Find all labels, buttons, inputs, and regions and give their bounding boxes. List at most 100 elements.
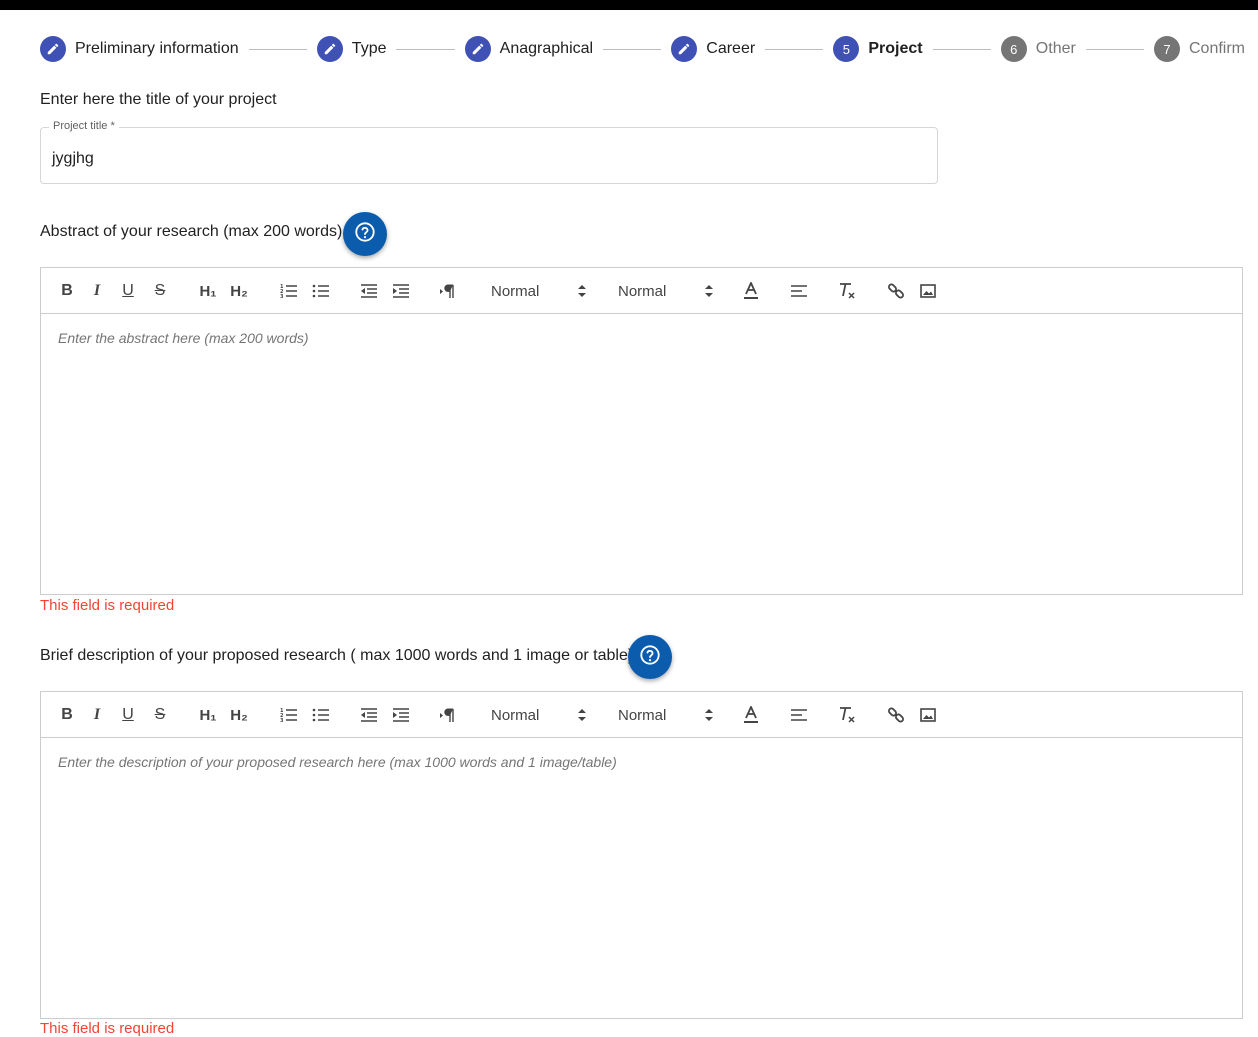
italic-button[interactable]: I <box>89 280 105 302</box>
h1-button[interactable]: H₁ <box>197 704 219 726</box>
description-editor: B I U S H₁ H₂ 123 Normal Normal Enter th… <box>40 691 1243 1019</box>
outdent-button[interactable] <box>359 704 379 726</box>
abstract-placeholder: Enter the abstract here (max 200 words) <box>58 330 309 346</box>
align-button[interactable] <box>789 704 809 726</box>
text-color-button[interactable] <box>741 280 761 302</box>
text-color-button[interactable] <box>741 704 761 726</box>
bullet-list-button[interactable] <box>311 280 331 302</box>
step-label: Type <box>351 40 387 57</box>
bold-button[interactable]: B <box>59 280 75 302</box>
description-error: This field is required <box>40 1020 175 1037</box>
ordered-list-icon: 123 <box>280 283 298 299</box>
step-connector <box>603 48 662 50</box>
pilcrow-icon <box>439 283 457 299</box>
abstract-editor: B I U S H₁ H₂ 123 Normal Normal Enter th… <box>40 267 1243 595</box>
bullet-list-icon <box>312 283 330 299</box>
outdent-button[interactable] <box>359 280 379 302</box>
text-direction-button[interactable] <box>438 704 458 726</box>
project-title-input[interactable]: Project title * jygjhg <box>40 120 938 184</box>
bullet-list-button[interactable] <box>311 704 331 726</box>
chevron-updown-icon <box>577 284 587 302</box>
step-connector <box>765 48 824 50</box>
link-icon <box>887 282 905 300</box>
image-button[interactable] <box>918 280 938 302</box>
pencil-icon <box>40 36 66 62</box>
step-other[interactable]: 6 Other <box>1000 36 1076 62</box>
ordered-list-button[interactable]: 123 <box>279 704 299 726</box>
strike-button[interactable]: S <box>152 704 168 726</box>
clear-format-icon <box>838 282 856 300</box>
ordered-list-button[interactable]: 123 <box>279 280 299 302</box>
step-label: Confirm <box>1189 40 1246 57</box>
bullet-list-icon <box>312 707 330 723</box>
header-picker[interactable]: Normal <box>618 704 714 726</box>
svg-text:3: 3 <box>280 718 284 723</box>
abstract-editor-body[interactable]: Enter the abstract here (max 200 words) <box>41 314 1242 594</box>
clear-format-button[interactable] <box>837 280 857 302</box>
step-number: 6 <box>1000 36 1027 62</box>
image-button[interactable] <box>918 704 938 726</box>
svg-text:3: 3 <box>280 294 284 299</box>
indent-button[interactable] <box>391 704 411 726</box>
image-icon <box>920 707 936 723</box>
step-preliminary-information[interactable]: Preliminary information <box>40 36 239 62</box>
pilcrow-icon <box>439 707 457 723</box>
step-connector <box>932 48 991 50</box>
indent-icon <box>392 707 410 723</box>
italic-button[interactable]: I <box>89 704 105 726</box>
top-bar <box>0 0 1258 10</box>
step-label: Other <box>1035 40 1076 57</box>
outdent-icon <box>360 283 378 299</box>
align-left-icon <box>790 707 808 723</box>
abstract-help-button[interactable] <box>343 212 387 256</box>
step-label: Project <box>868 40 923 57</box>
text-color-icon <box>743 282 759 300</box>
indent-button[interactable] <box>391 280 411 302</box>
h2-button[interactable]: H₂ <box>228 280 250 302</box>
project-title-label: Project title * <box>49 120 119 132</box>
step-connector <box>248 48 307 50</box>
header-picker-value: Normal <box>618 282 667 300</box>
text-direction-button[interactable] <box>438 280 458 302</box>
link-button[interactable] <box>886 704 906 726</box>
description-editor-body[interactable]: Enter the description of your proposed r… <box>41 738 1242 1018</box>
step-career[interactable]: Career <box>671 36 755 62</box>
pencil-icon <box>671 36 698 62</box>
size-picker[interactable]: Normal <box>491 280 587 302</box>
h2-button[interactable]: H₂ <box>228 704 250 726</box>
text-color-icon <box>743 706 759 724</box>
clear-format-button[interactable] <box>837 704 857 726</box>
description-placeholder: Enter the description of your proposed r… <box>58 754 617 770</box>
question-circle-icon <box>639 644 661 671</box>
step-project[interactable]: 5 Project <box>833 36 923 62</box>
chevron-updown-icon <box>704 708 714 726</box>
align-left-icon <box>790 283 808 299</box>
image-icon <box>920 283 936 299</box>
strike-button[interactable]: S <box>152 280 168 302</box>
underline-button[interactable]: U <box>120 704 136 726</box>
size-picker-value: Normal <box>491 706 540 724</box>
abstract-label: Abstract of your research (max 200 words… <box>40 223 343 240</box>
step-number: 7 <box>1154 36 1180 62</box>
size-picker[interactable]: Normal <box>491 704 587 726</box>
h1-button[interactable]: H₁ <box>197 280 219 302</box>
step-number: 5 <box>833 36 860 62</box>
stepper: Preliminary information Type Anagraphica… <box>40 35 1245 63</box>
step-type[interactable]: Type <box>316 36 387 62</box>
pencil-icon <box>316 36 343 62</box>
step-label: Anagraphical <box>499 40 594 57</box>
underline-button[interactable]: U <box>120 280 136 302</box>
align-button[interactable] <box>789 280 809 302</box>
header-picker[interactable]: Normal <box>618 280 714 302</box>
step-confirm[interactable]: 7 Confirm <box>1154 36 1245 62</box>
abstract-toolbar: B I U S H₁ H₂ 123 Normal Normal <box>41 268 1242 314</box>
pencil-icon <box>464 36 491 62</box>
bold-button[interactable]: B <box>59 704 75 726</box>
project-title-value[interactable]: jygjhg <box>52 150 94 168</box>
description-help-button[interactable] <box>628 635 672 679</box>
link-button[interactable] <box>886 280 906 302</box>
indent-icon <box>392 283 410 299</box>
abstract-error: This field is required <box>40 597 175 614</box>
step-label: Preliminary information <box>75 40 239 57</box>
step-anagraphical[interactable]: Anagraphical <box>464 36 594 62</box>
